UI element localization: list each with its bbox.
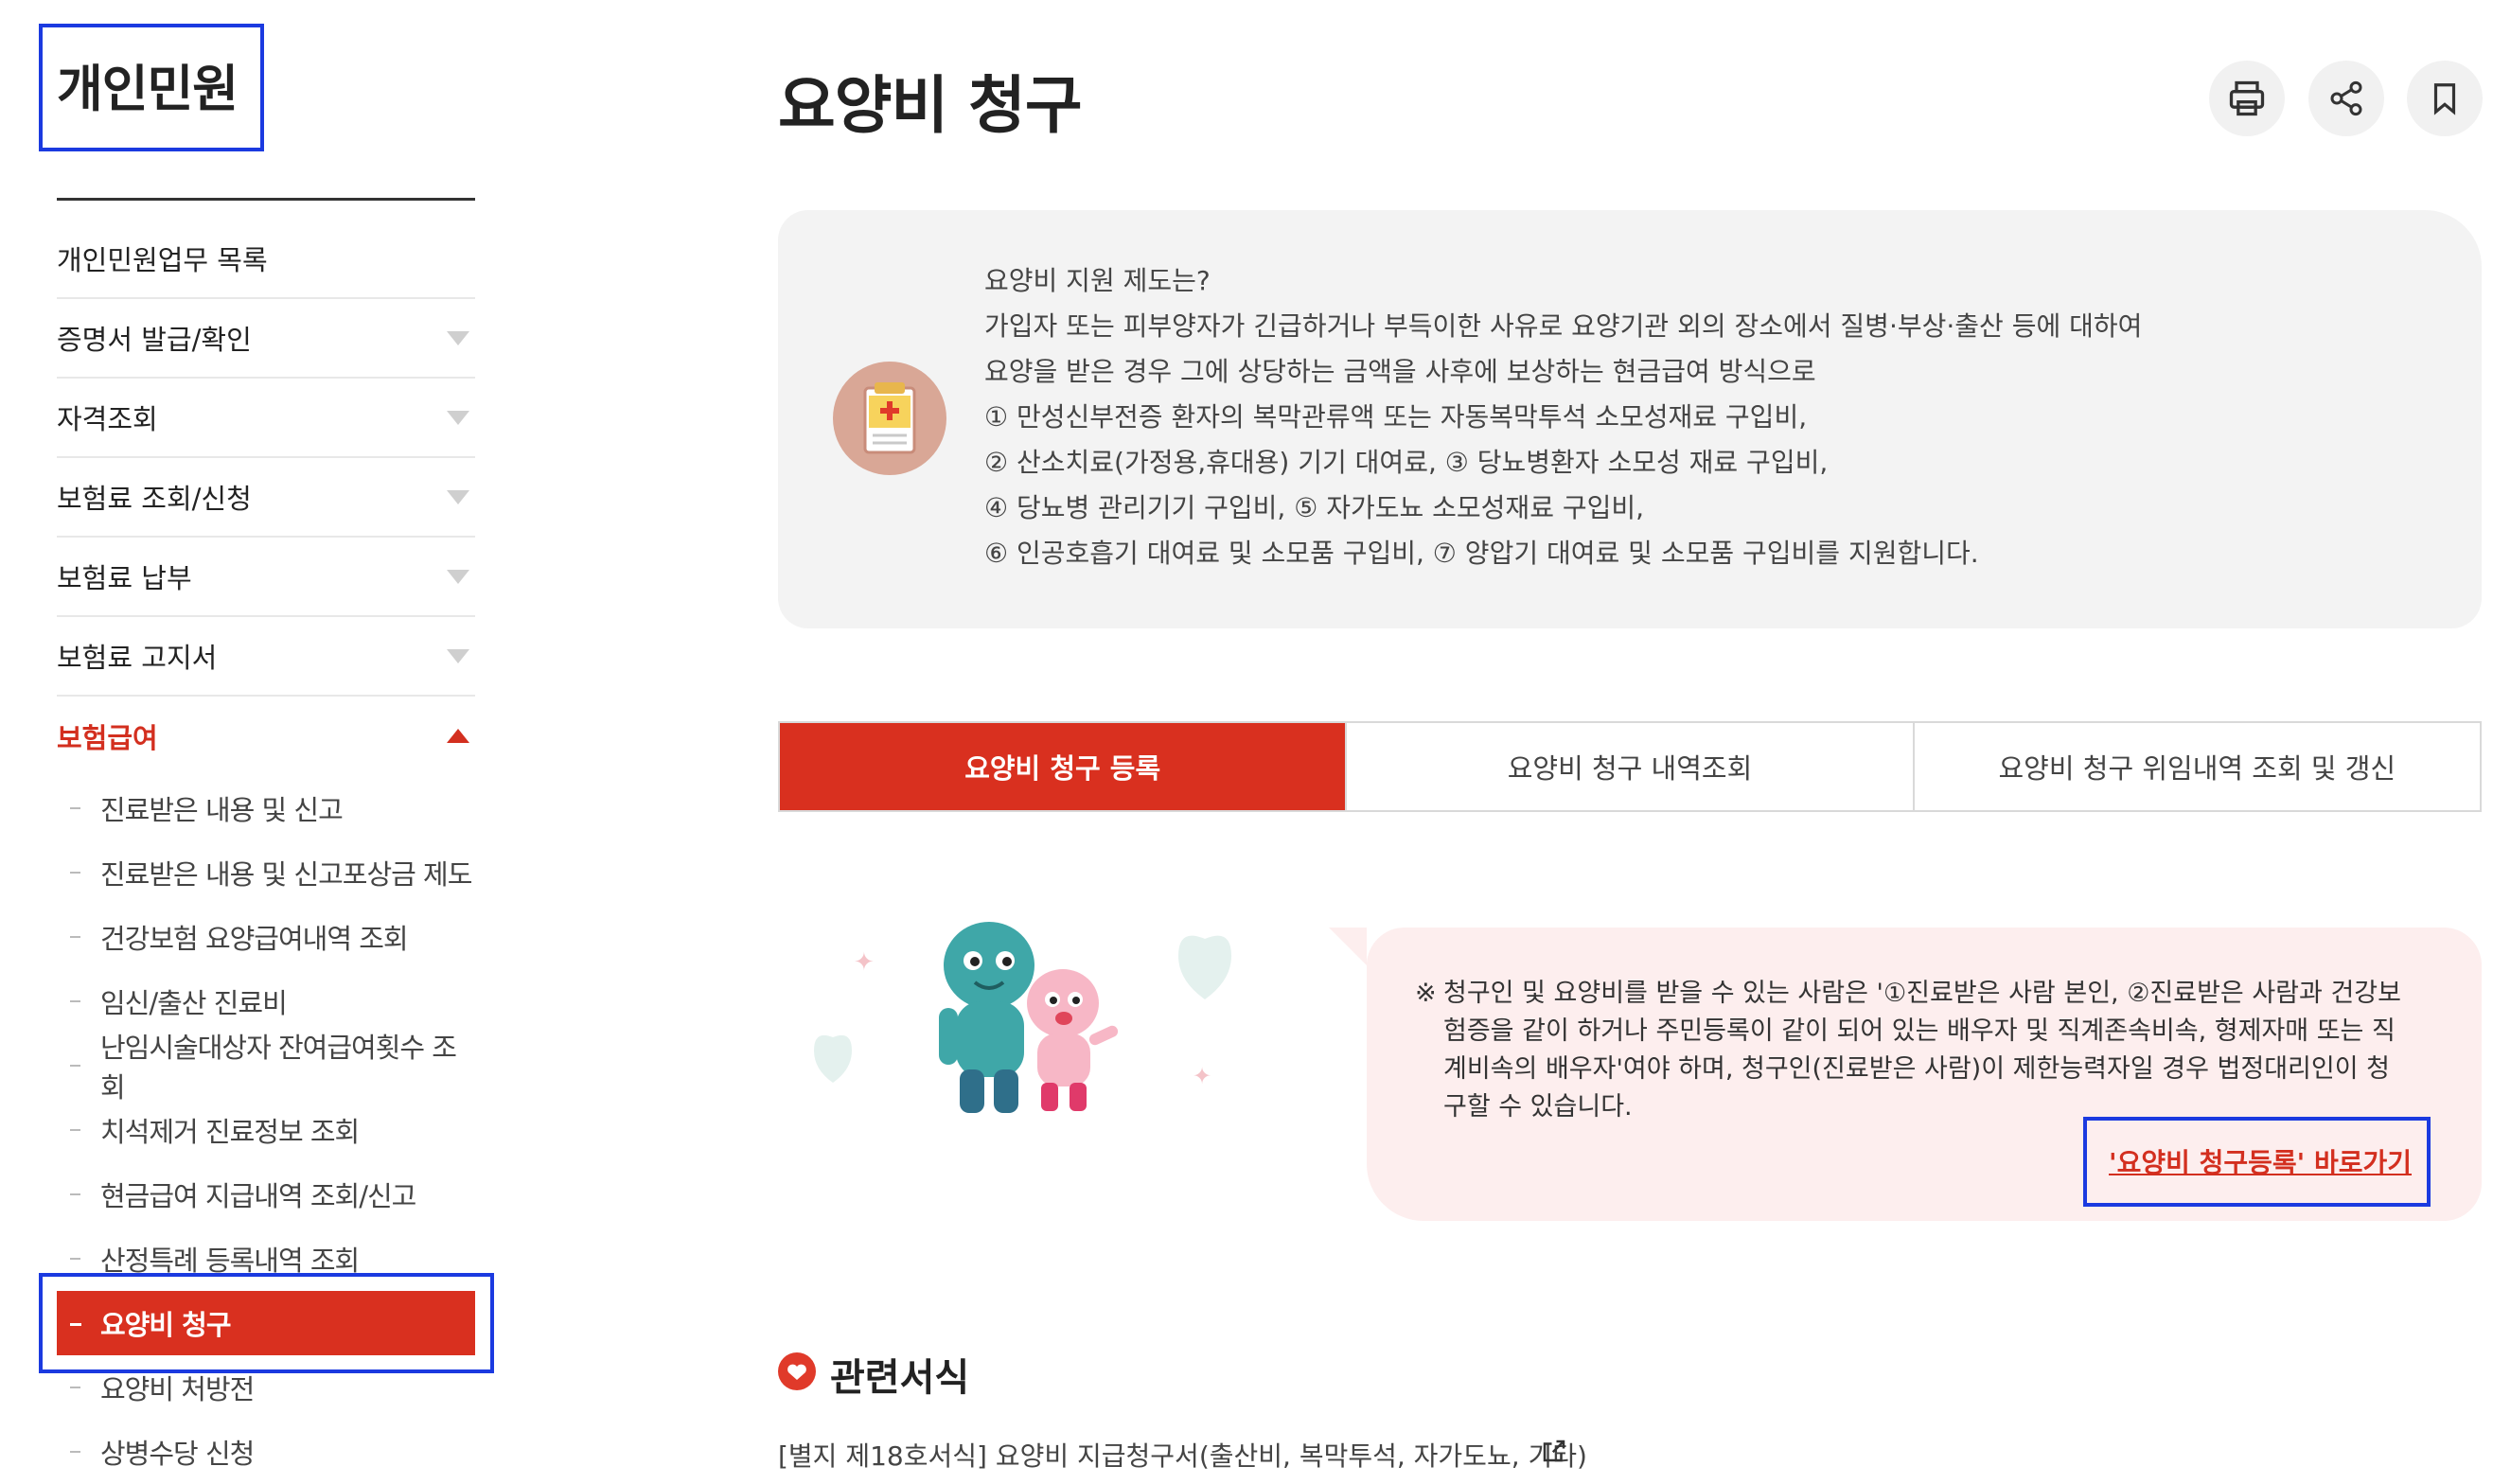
sidebar-item-civil-list[interactable]: 개인민원업무 목록 (57, 220, 475, 299)
info-line: ② 산소치료(가정용,휴대용) 기기 대여료, ③ 당뇨병환자 소모성 재료 구… (984, 447, 1829, 478)
sidebar-item-premium-payment[interactable]: 보험료 납부 (57, 538, 475, 617)
sidebar-item-premium-inquiry[interactable]: 보험료 조회/신청 (57, 458, 475, 538)
dash-icon (70, 936, 80, 938)
print-button[interactable] (2209, 61, 2285, 136)
heart-bullet-icon (778, 1352, 816, 1390)
chevron-down-icon (447, 490, 469, 504)
form-download-item[interactable]: [별지 제18호서식] 요양비 지급청구서(출산비, 복막투석, 자가도뇨, 기… (778, 1436, 1587, 1474)
sidebar-title: 개인민원 (57, 61, 239, 118)
sidebar-divider (57, 198, 475, 201)
print-icon (2229, 80, 2265, 116)
chevron-down-icon (447, 331, 469, 345)
submenu-item-label: 치석제거 진료정보 조회 (100, 1116, 360, 1148)
sidebar-item-label: 보험급여 (57, 722, 158, 754)
notice-notch (1329, 928, 1367, 965)
submenu-item-label: 임신/출산 진료비 (100, 987, 288, 1019)
svg-text:✦: ✦ (1193, 1063, 1211, 1089)
submenu-item-label: 현금급여 지급내역 조회/신고 (100, 1180, 416, 1212)
svg-text:✦: ✦ (854, 948, 875, 977)
sidebar-submenu: 진료받은 내용 및 신고 진료받은 내용 및 신고포상금 제도 건강보험 요양급… (57, 776, 475, 1484)
notice-text-block: ※ 청구인 및 요양비를 받을 수 있는 사람은 '①진료받은 사람 본인, ②… (1415, 975, 2409, 1126)
bookmark-icon (2433, 83, 2456, 115)
sidebar-item-eligibility[interactable]: 자격조회 (57, 379, 475, 458)
claim-register-link[interactable]: '요양비 청구등록' 바로가기 (2109, 1142, 2412, 1180)
info-line: 가입자 또는 피부양자가 긴급하거나 부득이한 사유로 요양기관 외의 장소에서… (984, 310, 2143, 342)
document-icon (833, 362, 946, 475)
submenu-item-label: 상병수당 신청 (100, 1438, 255, 1470)
submenu-item[interactable]: 현금급여 지급내역 조회/신고 (57, 1162, 475, 1227)
chevron-down-icon (447, 570, 469, 584)
dash-icon (70, 1065, 80, 1067)
submenu-item[interactable]: 건강보험 요양급여내역 조회 (57, 905, 475, 969)
chevron-up-icon (447, 729, 469, 743)
notice-text: 청구인 및 요양비를 받을 수 있는 사람은 '①진료받은 사람 본인, ②진료… (1443, 979, 2401, 1122)
dash-icon (70, 1258, 80, 1260)
dash-icon (70, 1387, 80, 1388)
sidebar-item-insurance-benefits[interactable]: 보험급여 (57, 697, 475, 776)
sidebar-item-premium-notice[interactable]: 보험료 고지서 (57, 617, 475, 697)
chevron-down-icon (447, 649, 469, 663)
submenu-item-label: 난임시술대상자 잔여급여횟수 조회 (100, 1032, 457, 1104)
sidebar-item-label: 보험료 납부 (57, 562, 192, 594)
dash-icon (70, 1000, 80, 1002)
info-text: 요양비 지원 제도는? 가입자 또는 피부양자가 긴급하거나 부득이한 사유로 … (984, 258, 2442, 576)
page-title: 요양비 청구 (778, 69, 1083, 142)
sidebar-item-label: 자격조회 (57, 403, 158, 435)
info-line: ① 만성신부전증 환자의 복막관류액 또는 자동복막투석 소모성재료 구입비, (984, 401, 1808, 433)
dash-icon (70, 1451, 80, 1453)
active-item-highlight (39, 1273, 494, 1373)
share-button[interactable] (2308, 61, 2384, 136)
bookmark-button[interactable] (2407, 61, 2483, 136)
dash-icon (70, 872, 80, 874)
tab-bar: 요양비 청구 등록 요양비 청구 내역조회 요양비 청구 위임내역 조회 및 갱… (778, 721, 2482, 812)
submenu-item-label: 요양비 처방전 (100, 1373, 255, 1405)
submenu-item[interactable]: 치석제거 진료정보 조회 (57, 1098, 475, 1162)
submenu-item[interactable]: 임신/출산 진료비 (57, 969, 475, 1034)
submenu-item-label: 진료받은 내용 및 신고 (100, 794, 344, 826)
sidebar-item-label: 증명서 발급/확인 (57, 324, 252, 356)
tab-claim-register[interactable]: 요양비 청구 등록 (780, 723, 1346, 810)
sidebar-item-certificates[interactable]: 증명서 발급/확인 (57, 299, 475, 379)
external-link-icon[interactable] (1538, 1437, 1570, 1465)
info-line: 요양을 받은 경우 그에 상당하는 금액을 사후에 보상하는 현금급여 방식으로 (984, 356, 1816, 387)
notice-mark: ※ (1415, 979, 1437, 1008)
tab-claim-history[interactable]: 요양비 청구 내역조회 (1345, 723, 1912, 810)
sidebar-item-label: 보험료 고지서 (57, 642, 218, 674)
sidebar-item-label: 보험료 조회/신청 (57, 483, 252, 515)
sidebar-item-label: 개인민원업무 목록 (57, 244, 268, 276)
info-line: ⑥ 인공호흡기 대여료 및 소모품 구입비, ⑦ 양압기 대여료 및 소모품 구… (984, 538, 1979, 569)
submenu-item-label: 건강보험 요양급여내역 조회 (100, 923, 409, 955)
submenu-item[interactable]: 난임시술대상자 잔여급여횟수 조회 (57, 1032, 475, 1104)
submenu-item[interactable]: 진료받은 내용 및 신고 (57, 776, 475, 840)
dash-icon (70, 807, 80, 809)
info-line: ④ 당뇨병 관리기기 구입비, ⑤ 자가도뇨 소모성재료 구입비, (984, 492, 1645, 523)
dash-icon (70, 1129, 80, 1131)
dash-icon (70, 1193, 80, 1195)
chevron-down-icon (447, 411, 469, 425)
submenu-item[interactable]: 상병수당 신청 (57, 1420, 475, 1484)
submenu-item[interactable]: 진료받은 내용 및 신고포상금 제도 (57, 840, 475, 905)
mascot-illustration: ✦ ✦ (814, 922, 1231, 1113)
forms-section-title: 관련서식 (830, 1356, 970, 1400)
submenu-item-label: 진료받은 내용 및 신고포상금 제도 (100, 858, 472, 891)
share-icon (2330, 80, 2362, 116)
tab-delegation-inquiry[interactable]: 요양비 청구 위임내역 조회 및 갱신 (1912, 723, 2480, 810)
info-line: 요양비 지원 제도는? (984, 265, 1211, 296)
